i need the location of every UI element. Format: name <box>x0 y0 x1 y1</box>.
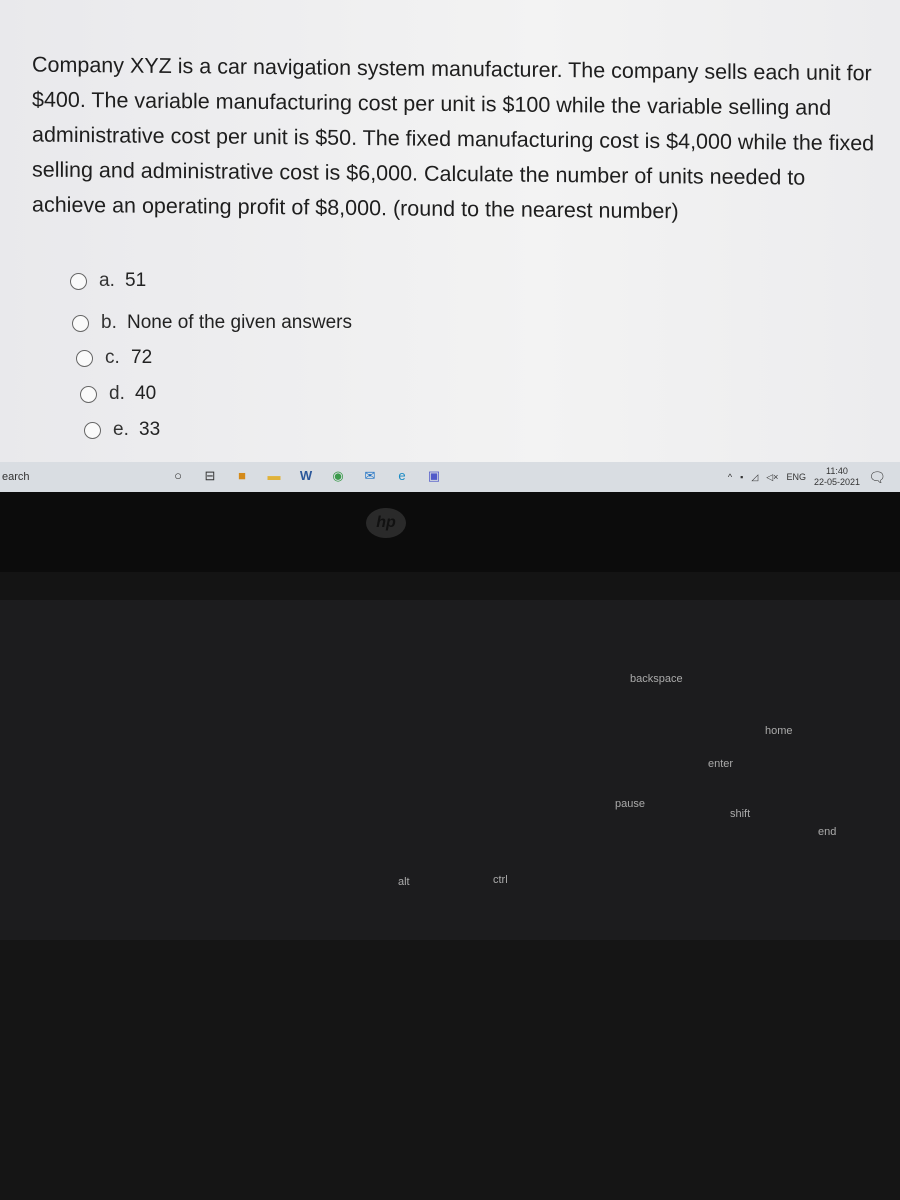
key-alt: alt <box>398 876 410 888</box>
option-d[interactable]: d. 40 <box>80 383 156 405</box>
system-tray: ^ ▪ ◿ ◁× ENG 11:40 22-05-2021 <box>728 466 860 488</box>
option-b[interactable]: b. None of the given answers <box>72 312 352 334</box>
option-letter: a. <box>99 270 115 291</box>
key-backspace: backspace <box>630 673 683 685</box>
laptop-bezel <box>0 492 900 572</box>
cortana-icon[interactable]: ○ <box>166 468 190 486</box>
language-indicator[interactable]: ENG <box>786 472 806 482</box>
search-box[interactable]: earch <box>0 471 162 483</box>
option-text: 33 <box>139 419 161 440</box>
time: 11:40 <box>826 466 848 476</box>
volume-muted-icon[interactable]: ◁× <box>766 472 778 483</box>
mail-icon[interactable]: ✉ <box>358 468 382 486</box>
quiz-screen: Company XYZ is a car navigation system m… <box>0 0 900 462</box>
question-text: Company XYZ is a car navigation system m… <box>32 52 875 224</box>
notification-icon[interactable]: 🗨 <box>868 469 886 486</box>
key-shift: shift <box>730 808 751 820</box>
teams-icon[interactable]: ▣ <box>422 468 446 486</box>
file-explorer-icon[interactable]: ▬ <box>262 468 286 486</box>
date: 22-05-2021 <box>813 477 860 487</box>
taskbar: earch ○ ⊟ ■ ▬ W ◉ ✉ e ▣ ^ ▪ ◿ ◁× ENG 11:… <box>0 462 900 492</box>
key-pause: pause <box>615 798 645 810</box>
option-a[interactable]: a. 51 <box>70 270 146 292</box>
word-icon[interactable]: W <box>294 468 318 486</box>
option-c[interactable]: c. 72 <box>76 347 152 369</box>
radio-button[interactable] <box>76 349 93 367</box>
option-text: None of the given answers <box>127 312 352 333</box>
task-view-icon[interactable]: ⊟ <box>198 468 222 486</box>
option-text: 51 <box>125 270 147 291</box>
option-text: 40 <box>135 383 157 404</box>
key-ctrl: ctrl <box>493 874 508 886</box>
chevron-up-icon[interactable]: ^ <box>728 472 732 482</box>
chrome-icon[interactable]: ◉ <box>326 468 350 486</box>
option-letter: e. <box>113 419 129 440</box>
key-enter: enter <box>708 758 734 770</box>
clock[interactable]: 11:40 22-05-2021 <box>814 466 860 488</box>
battery-icon[interactable]: ▪ <box>740 472 743 482</box>
laptop-deck <box>0 940 900 1200</box>
key-home: home <box>765 725 793 737</box>
option-text: 72 <box>131 347 153 368</box>
keyboard: alt ctrl enter pause shift backspace hom… <box>0 600 900 940</box>
radio-button[interactable] <box>84 421 101 439</box>
network-icon[interactable]: ◿ <box>751 472 758 483</box>
hp-logo: hp <box>366 508 406 538</box>
key-end: end <box>818 826 837 838</box>
option-letter: c. <box>105 347 120 368</box>
option-letter: b. <box>101 312 117 333</box>
store-icon[interactable]: ■ <box>230 468 254 486</box>
edge-icon[interactable]: e <box>390 468 414 486</box>
radio-button[interactable] <box>72 314 89 332</box>
radio-button[interactable] <box>80 385 97 403</box>
radio-button[interactable] <box>70 272 87 290</box>
option-letter: d. <box>109 383 125 404</box>
option-e[interactable]: e. 33 <box>84 419 160 441</box>
